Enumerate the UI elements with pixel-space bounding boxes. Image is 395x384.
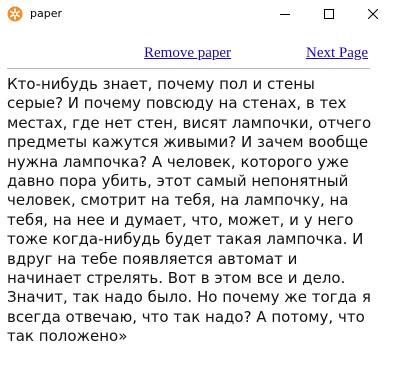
window-titlebar: paper [0, 0, 395, 28]
minimize-icon [280, 14, 290, 15]
next-page-link[interactable]: Next Page [306, 45, 368, 61]
window-title: paper [30, 7, 62, 20]
paper-text: Кто-нибудь знает, почему пол и стены сер… [7, 75, 372, 346]
close-button[interactable] [351, 0, 395, 28]
maximize-icon [324, 9, 334, 19]
remove-paper-link[interactable]: Remove paper [144, 45, 231, 61]
app-icon [7, 6, 23, 22]
maximize-button[interactable] [307, 0, 351, 28]
close-icon [368, 9, 378, 19]
minimize-button[interactable] [263, 0, 307, 28]
divider [7, 68, 370, 69]
